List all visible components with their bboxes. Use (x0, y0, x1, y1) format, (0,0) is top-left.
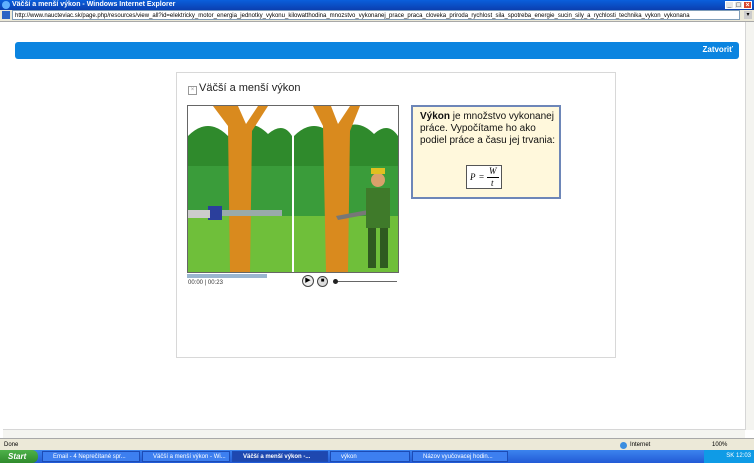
start-button[interactable]: Start (0, 450, 38, 463)
address-dropdown-icon[interactable]: ▾ (744, 11, 752, 19)
minimize-button[interactable]: _ (725, 1, 734, 9)
window-title: Väčší a menší výkon - Windows Internet E… (12, 1, 176, 8)
address-bar: http://www.naucteviac.sk/page.php/resour… (0, 10, 754, 22)
language-indicator[interactable]: SK (726, 453, 734, 459)
play-button[interactable]: ▶ (302, 275, 314, 287)
close-lesson-link[interactable]: Zatvoriť (702, 45, 733, 54)
clock: 12:03 (735, 453, 751, 459)
time-readout: 00:00 | 00:23 (188, 280, 223, 286)
page-icon (2, 11, 10, 19)
animation-video[interactable] (187, 105, 399, 273)
definition-text: Výkon je množstvo vykonanej práce. Vypoč… (420, 111, 558, 147)
volume-slider[interactable] (335, 281, 397, 282)
url-field[interactable]: http://www.naucteviac.sk/page.php/resour… (12, 10, 740, 20)
vertical-scrollbar[interactable] (745, 22, 754, 430)
globe-icon (620, 442, 627, 449)
playback-progress-bar[interactable] (187, 274, 267, 278)
internet-explorer-icon (2, 1, 10, 9)
taskbar-item-folder[interactable]: výkon (330, 451, 410, 462)
taskbar-item-document[interactable]: Názov vyučovacej hodin... (412, 451, 508, 462)
system-tray: SK 12:03 (704, 450, 754, 463)
volume-slider-knob[interactable] (333, 279, 338, 284)
stop-button[interactable]: ■ (317, 276, 328, 287)
lesson-header-bar: Zatvoriť (15, 42, 739, 59)
close-window-button[interactable]: × (743, 1, 752, 9)
window-title-bar[interactable]: Väčší a menší výkon - Windows Internet E… (0, 0, 754, 10)
taskbar-item-ie-window[interactable]: Väčší a menší výkon - Wi... (142, 451, 230, 462)
taskbar-item-ie-active[interactable]: Väčší a menší výkon -... (232, 451, 328, 462)
lesson-icon: × (188, 86, 197, 95)
tree-cutting-illustration (188, 106, 398, 272)
power-formula: P = W t (466, 165, 502, 189)
taskbar-item-email[interactable]: Email - 4 Neprečítané spr... (42, 451, 140, 462)
lesson-title: Väčší a menší výkon (199, 82, 301, 94)
definition-term: Výkon (420, 111, 451, 122)
maximize-button[interactable]: □ (734, 1, 743, 9)
taskbar: Start Email - 4 Neprečítané spr... Väčší… (0, 450, 754, 463)
